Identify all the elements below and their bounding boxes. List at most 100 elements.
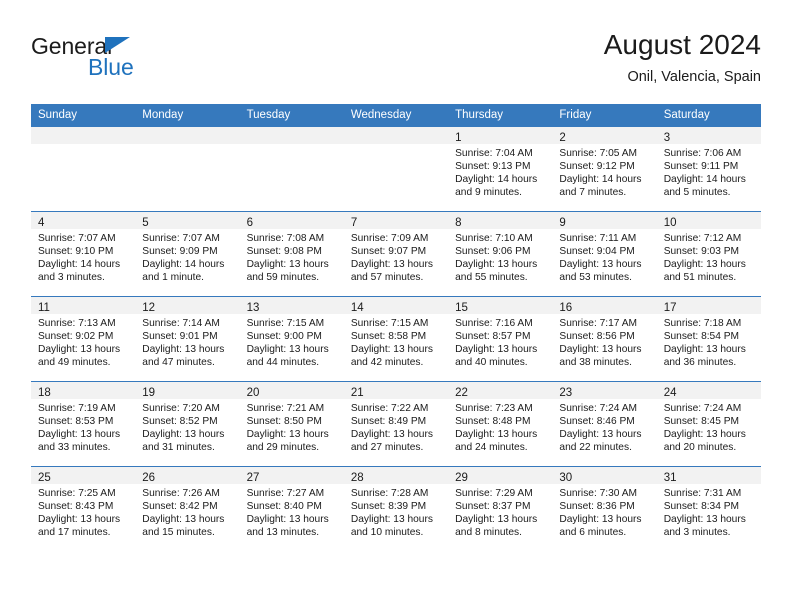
calendar-day-cell[interactable]: 23 Sunrise: 7:24 AM Sunset: 8:46 PM Dayligh… xyxy=(552,381,657,467)
daylight-text-line1: Daylight: 13 hours xyxy=(455,259,538,271)
calendar-day-cell[interactable]: 15 Sunrise: 7:16 AM Sunset: 8:57 PM Dayligh… xyxy=(448,296,553,382)
daylight-text-line2: and 15 minutes. xyxy=(142,527,215,539)
brand-triangle-icon xyxy=(105,37,130,53)
sunrise-text: Sunrise: 7:11 AM xyxy=(559,233,637,244)
day-number-band: 12 xyxy=(135,297,240,314)
calendar-day-cell[interactable]: 2 Sunrise: 7:05 AM Sunset: 9:12 PM Daylight… xyxy=(552,126,657,212)
day-number-band: 30 xyxy=(552,467,657,484)
daylight-text-line1: Daylight: 14 hours xyxy=(455,174,538,186)
calendar-day-cell[interactable]: 5 Sunrise: 7:07 AM Sunset: 9:09 PM Daylight… xyxy=(135,211,240,297)
day-number: 30 xyxy=(559,472,573,484)
day-number: 14 xyxy=(350,302,364,314)
calendar-day-cell[interactable]: 9 Sunrise: 7:11 AM Sunset: 9:04 PM Daylight… xyxy=(552,211,657,297)
daylight-text-line1: Daylight: 13 hours xyxy=(246,429,329,441)
calendar-day-cell[interactable]: 8 Sunrise: 7:10 AM Sunset: 9:06 PM Daylight… xyxy=(448,211,553,297)
sunrise-text: Sunrise: 7:27 AM xyxy=(246,488,325,499)
day-number-band: 9 xyxy=(552,212,657,229)
sunset-text: Sunset: 8:58 PM xyxy=(350,331,427,343)
sunrise-text: Sunrise: 7:16 AM xyxy=(455,318,533,329)
sunrise-text: Sunrise: 7:21 AM xyxy=(246,403,325,414)
calendar-day-cell[interactable]: 1 Sunrise: 7:04 AM Sunset: 9:13 PM Daylight… xyxy=(448,126,553,212)
sunset-text: Sunset: 9:06 PM xyxy=(455,246,531,258)
daylight-text-line2: and 20 minutes. xyxy=(663,442,737,454)
daylight-text-line2: and 59 minutes. xyxy=(246,272,320,284)
calendar-day-cell[interactable]: 24 Sunrise: 7:24 AM Sunset: 8:45 PM Dayligh… xyxy=(656,381,761,467)
calendar-day-cell[interactable]: 4 Sunrise: 7:07 AM Sunset: 9:10 PM Daylight… xyxy=(31,211,136,297)
daylight-text-line2: and 10 minutes. xyxy=(350,527,424,539)
calendar-day-cell[interactable]: 14 Sunrise: 7:15 AM Sunset: 8:58 PM Dayligh… xyxy=(343,296,449,382)
calendar-day-cell[interactable]: 7 Sunrise: 7:09 AM Sunset: 9:07 PM Daylight… xyxy=(343,211,449,297)
day-number-band: 11 xyxy=(31,297,136,314)
calendar-day-cell[interactable] xyxy=(135,126,240,212)
day-number-band: 16 xyxy=(552,297,657,314)
calendar-day-cell[interactable]: 16 Sunrise: 7:17 AM Sunset: 8:56 PM Dayligh… xyxy=(552,296,657,382)
calendar-day-cell[interactable]: 12 Sunrise: 7:14 AM Sunset: 9:01 PM Dayligh… xyxy=(135,296,240,382)
calendar-day-cell[interactable] xyxy=(239,126,344,212)
daylight-text-line2: and 40 minutes. xyxy=(455,357,528,369)
day-cell-inner: 8 Sunrise: 7:10 AM Sunset: 9:06 PM Daylight… xyxy=(448,212,553,296)
daylight-text-line2: and 51 minutes. xyxy=(663,272,737,284)
sunset-text: Sunset: 9:09 PM xyxy=(142,246,218,258)
calendar-day-cell[interactable]: 29 Sunrise: 7:29 AM Sunset: 8:37 PM Dayligh… xyxy=(448,466,553,551)
sunrise-text: Sunrise: 7:24 AM xyxy=(559,403,637,414)
daylight-text-line2: and 9 minutes. xyxy=(455,187,522,199)
sunset-text: Sunset: 8:50 PM xyxy=(246,416,322,428)
sunset-text: Sunset: 8:39 PM xyxy=(350,501,427,513)
calendar-day-cell[interactable]: 25 Sunrise: 7:25 AM Sunset: 8:43 PM Dayligh… xyxy=(31,466,136,551)
calendar-day-cell[interactable]: 26 Sunrise: 7:26 AM Sunset: 8:42 PM Dayligh… xyxy=(135,466,240,551)
day-number-band: 10 xyxy=(656,212,761,229)
day-cell-inner: 7 Sunrise: 7:09 AM Sunset: 9:07 PM Daylight… xyxy=(343,212,449,296)
day-cell-body: Sunrise: 7:11 AM Sunset: 9:04 PM Daylight:… xyxy=(552,229,656,284)
calendar-day-cell[interactable]: 22 Sunrise: 7:23 AM Sunset: 8:48 PM Dayligh… xyxy=(448,381,553,467)
weekday-header-tuesday: Tuesday xyxy=(239,104,344,127)
calendar-day-cell[interactable]: 11 Sunrise: 7:13 AM Sunset: 9:02 PM Dayligh… xyxy=(31,296,136,382)
calendar-day-cell[interactable]: 10 Sunrise: 7:12 AM Sunset: 9:03 PM Dayligh… xyxy=(656,211,761,297)
calendar-day-cell[interactable]: 31 Sunrise: 7:31 AM Sunset: 8:34 PM Dayligh… xyxy=(656,466,761,551)
sunrise-text: Sunrise: 7:31 AM xyxy=(663,488,742,499)
day-number: 10 xyxy=(663,217,677,229)
calendar-day-cell[interactable]: 27 Sunrise: 7:27 AM Sunset: 8:40 PM Dayligh… xyxy=(239,466,344,551)
day-number: 27 xyxy=(246,472,260,484)
day-cell-inner: 14 Sunrise: 7:15 AM Sunset: 8:58 PM Dayligh… xyxy=(343,297,449,381)
day-number-band: 14 xyxy=(343,297,449,314)
calendar-day-cell[interactable]: 19 Sunrise: 7:20 AM Sunset: 8:52 PM Dayligh… xyxy=(135,381,240,467)
calendar-day-cell[interactable]: 6 Sunrise: 7:08 AM Sunset: 9:08 PM Daylight… xyxy=(239,211,344,297)
calendar-day-cell[interactable] xyxy=(343,126,449,212)
daylight-text-line1: Daylight: 13 hours xyxy=(350,429,433,441)
day-cell-inner: 20 Sunrise: 7:21 AM Sunset: 8:50 PM Dayligh… xyxy=(239,382,344,466)
calendar-day-cell[interactable]: 30 Sunrise: 7:30 AM Sunset: 8:36 PM Dayligh… xyxy=(552,466,657,551)
calendar-grid: Sunday Monday Tuesday Wednesday Thursday… xyxy=(31,104,761,551)
sunrise-text: Sunrise: 7:10 AM xyxy=(455,233,533,244)
calendar-day-cell[interactable]: 28 Sunrise: 7:28 AM Sunset: 8:39 PM Dayligh… xyxy=(343,466,449,551)
daylight-text-line1: Daylight: 13 hours xyxy=(142,514,225,526)
weekday-header-wednesday: Wednesday xyxy=(343,104,449,127)
daylight-text-line1: Daylight: 13 hours xyxy=(663,344,746,356)
sunset-text: Sunset: 8:36 PM xyxy=(559,501,635,513)
calendar-day-cell[interactable]: 13 Sunrise: 7:15 AM Sunset: 9:00 PM Dayligh… xyxy=(239,296,344,382)
day-cell-inner: 26 Sunrise: 7:26 AM Sunset: 8:42 PM Dayligh… xyxy=(135,467,240,551)
calendar-day-cell[interactable]: 17 Sunrise: 7:18 AM Sunset: 8:54 PM Dayligh… xyxy=(656,296,761,382)
day-cell-body: Sunrise: 7:25 AM Sunset: 8:43 PM Daylight:… xyxy=(31,484,135,539)
calendar-day-cell[interactable]: 3 Sunrise: 7:06 AM Sunset: 9:11 PM Daylight… xyxy=(656,126,761,212)
day-cell-inner: 24 Sunrise: 7:24 AM Sunset: 8:45 PM Dayligh… xyxy=(656,382,761,466)
calendar-day-cell[interactable] xyxy=(31,126,136,212)
brand-logo[interactable]: General Blue xyxy=(31,34,261,90)
sunset-text: Sunset: 9:04 PM xyxy=(559,246,635,258)
calendar-day-cell[interactable]: 20 Sunrise: 7:21 AM Sunset: 8:50 PM Dayligh… xyxy=(239,381,344,467)
day-cell-body: Sunrise: 7:13 AM Sunset: 9:02 PM Daylight:… xyxy=(31,314,135,369)
daylight-text-line1: Daylight: 13 hours xyxy=(246,259,329,271)
calendar-day-cell[interactable]: 21 Sunrise: 7:22 AM Sunset: 8:49 PM Dayligh… xyxy=(343,381,449,467)
day-number-band: 17 xyxy=(656,297,761,314)
day-cell-body: Sunrise: 7:04 AM Sunset: 9:13 PM Daylight:… xyxy=(448,144,552,199)
day-cell-inner xyxy=(135,127,240,211)
daylight-text-line2: and 1 minute. xyxy=(142,272,205,284)
day-cell-body: Sunrise: 7:30 AM Sunset: 8:36 PM Daylight:… xyxy=(552,484,656,539)
daylight-text-line2: and 42 minutes. xyxy=(350,357,424,369)
daylight-text-line2: and 49 minutes. xyxy=(38,357,111,369)
daylight-text-line1: Daylight: 13 hours xyxy=(246,514,329,526)
day-number: 29 xyxy=(455,472,468,484)
day-cell-body: Sunrise: 7:14 AM Sunset: 9:01 PM Daylight:… xyxy=(135,314,239,369)
calendar-day-cell[interactable]: 18 Sunrise: 7:19 AM Sunset: 8:53 PM Dayligh… xyxy=(31,381,136,467)
day-cell-body: Sunrise: 7:28 AM Sunset: 8:39 PM Daylight:… xyxy=(344,484,448,539)
day-number-band xyxy=(239,127,344,144)
